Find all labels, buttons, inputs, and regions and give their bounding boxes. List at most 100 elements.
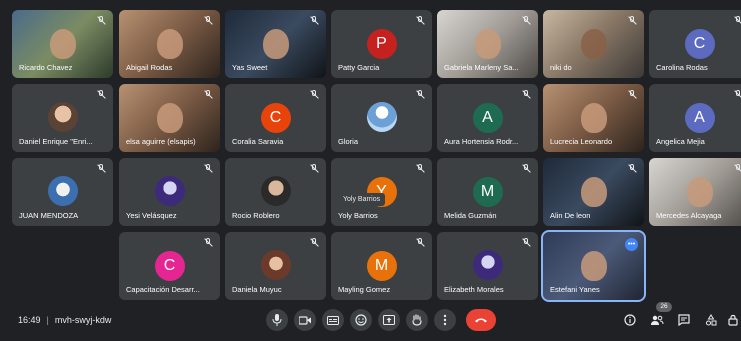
avatar: [472, 250, 503, 280]
participant-name: Ricardo Chavez: [19, 63, 73, 72]
end-call-button[interactable]: [466, 309, 496, 331]
participant-name: Gloria: [338, 137, 359, 146]
participant-tile-capacitacion[interactable]: C Capacitación Desarr...: [119, 232, 220, 300]
participant-tile-rocio-roblero[interactable]: Rocio Roblero: [225, 158, 326, 226]
participant-tile-aura-hortensia[interactable]: A Aura Hortensia Rodr...: [437, 84, 538, 152]
participant-tile-niki-do[interactable]: niki do: [543, 10, 644, 78]
present-icon: [383, 315, 395, 325]
participant-name: Gabriela Marleny Sa...: [444, 63, 519, 72]
mic-off-icon: [310, 164, 318, 173]
avatar: [47, 102, 78, 132]
participant-tile-mayling-gomez[interactable]: M Mayling Gomez: [331, 232, 432, 300]
participant-tile-juan-mendoza[interactable]: JUAN MENDOZA: [12, 158, 113, 226]
avatar: C: [154, 251, 185, 281]
participant-tile-yesi-velasquez[interactable]: Yesi Velásquez: [119, 158, 220, 226]
participant-tile-carolina-rodas[interactable]: C Carolina Rodas: [649, 10, 741, 78]
mic-button[interactable]: [266, 309, 288, 331]
participant-video: [474, 29, 501, 60]
participant-video: [580, 251, 607, 282]
participant-tile-coralia-saravia[interactable]: C Coralia Saravia: [225, 84, 326, 152]
participant-tile-yas-sweet[interactable]: Yas Sweet: [225, 10, 326, 78]
participant-name: Aura Hortensia Rodr...: [444, 137, 519, 146]
participant-name: Patty Garcia: [338, 63, 380, 72]
participant-tile-patty-garcia[interactable]: P Patty Garcia: [331, 10, 432, 78]
participant-video: [156, 29, 183, 60]
separator: |: [46, 315, 49, 325]
participant-tile-abigail-rodas[interactable]: Abigail Rodas: [119, 10, 220, 78]
mic-off-icon: [416, 238, 424, 247]
camera-button[interactable]: [294, 309, 316, 331]
participant-name: JUAN MENDOZA: [19, 211, 79, 220]
avatar: A: [684, 103, 715, 133]
mic-icon: [272, 314, 282, 326]
participant-name: Angelica Mejia: [656, 137, 705, 146]
participant-name: Elizabeth Morales: [444, 285, 504, 294]
participant-tile-lucrecia-leonardo[interactable]: Lucrecia Leonardo: [543, 84, 644, 152]
mic-off-icon: [204, 16, 212, 25]
participant-name: Daniela Muyuc: [232, 285, 282, 294]
mic-off-icon: [416, 164, 424, 173]
more-options-button[interactable]: [434, 309, 456, 331]
chat-button[interactable]: [676, 312, 692, 328]
participant-tile-alin-de-leon[interactable]: Alin De leon: [543, 158, 644, 226]
emoji-button[interactable]: [350, 309, 372, 331]
participant-tile-gabriela-marleny[interactable]: Gabriela Marleny Sa...: [437, 10, 538, 78]
emoji-icon: [355, 314, 367, 326]
participant-tile-ricardo-chavez[interactable]: Ricardo Chavez: [12, 10, 113, 78]
participant-tile-yoly-barrios[interactable]: Y Yoly Barrios: [331, 158, 432, 226]
avatar: M: [472, 177, 503, 207]
avatar: A: [472, 103, 503, 133]
end-call-icon: [475, 318, 487, 323]
participant-name: Lucrecia Leonardo: [550, 137, 613, 146]
participant-tile-elsa-aguirre[interactable]: elsa aguirre (elsapis): [119, 84, 220, 152]
participant-tile-gloria[interactable]: Gloria: [331, 84, 432, 152]
avatar: C: [684, 29, 715, 59]
activities-button[interactable]: [703, 312, 719, 328]
participant-tile-daniela-muyuc[interactable]: Daniela Muyuc: [225, 232, 326, 300]
mic-off-icon: [97, 16, 105, 25]
participant-tile-melida-guzman[interactable]: M Melida Guzmán: [437, 158, 538, 226]
clock-time: 16:49: [18, 315, 41, 325]
captions-icon: [327, 315, 339, 325]
host-controls-button[interactable]: [725, 312, 741, 328]
participant-name: elsa aguirre (elsapis): [126, 137, 196, 146]
people-icon: [651, 315, 664, 325]
participant-tile-elizabeth-morales[interactable]: Elizabeth Morales: [437, 232, 538, 300]
people-button[interactable]: [649, 312, 665, 328]
name-tooltip: Yoly Barrios: [338, 193, 386, 206]
avatar: M: [366, 251, 397, 281]
mic-off-icon: [310, 90, 318, 99]
participant-name: Alin De leon: [550, 211, 591, 220]
participant-name: Daniel Enrique "Enri...: [19, 137, 93, 146]
more-options-icon: [443, 314, 447, 326]
participant-name: Yoly Barrios: [338, 211, 378, 220]
more-options-icon[interactable]: •••: [625, 238, 638, 251]
mic-off-icon: [734, 164, 741, 173]
mic-off-icon: [97, 90, 105, 99]
meeting-details-button[interactable]: [622, 312, 638, 328]
captions-button[interactable]: [322, 309, 344, 331]
participant-name: Carolina Rodas: [656, 63, 708, 72]
participant-name: Rocio Roblero: [232, 211, 280, 220]
participant-count-badge: 26: [656, 302, 672, 312]
mic-off-icon: [522, 238, 530, 247]
participant-tile-angelica-mejia[interactable]: A Angelica Mejia: [649, 84, 741, 152]
chat-icon: [678, 314, 690, 326]
mic-off-icon: [522, 90, 530, 99]
participant-video: [580, 29, 607, 60]
participant-video: [580, 103, 607, 134]
avatar: [154, 176, 185, 206]
participant-video: [49, 29, 76, 60]
raise-hand-button[interactable]: [406, 309, 428, 331]
participant-tile-estefani-yanes[interactable]: ••• Estefani Yanes: [541, 230, 646, 302]
present-button[interactable]: [378, 309, 400, 331]
mic-off-icon: [628, 164, 636, 173]
mic-off-icon: [416, 90, 424, 99]
meeting-info: 16:49 | mvh-swyj-kdw: [18, 315, 111, 325]
participant-tile-daniel-enrique[interactable]: Daniel Enrique "Enri...: [12, 84, 113, 152]
participant-name: Abigail Rodas: [126, 63, 173, 72]
mic-off-icon: [204, 238, 212, 247]
participant-video: [156, 103, 183, 134]
info-icon: [624, 314, 636, 326]
participant-tile-mercedes-alcayaga[interactable]: Mercedes Alcayaga: [649, 158, 741, 226]
